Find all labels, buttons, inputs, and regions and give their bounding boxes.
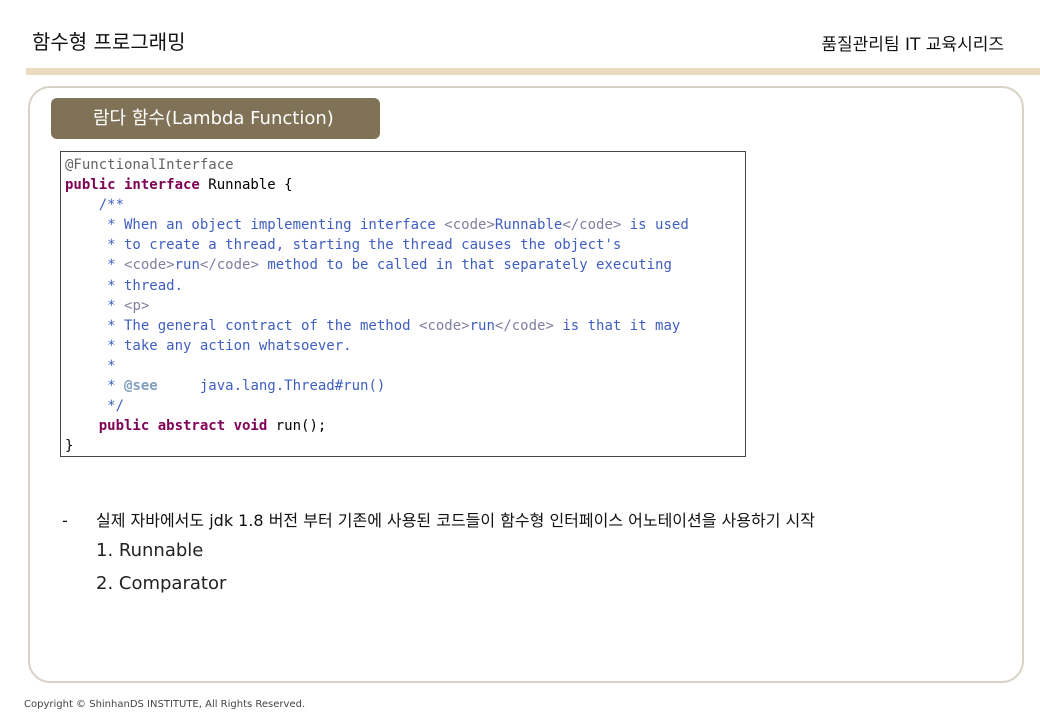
code-comment: is used [621, 217, 689, 234]
list-item-runnable: 1. Runnable [96, 540, 204, 561]
code-line: } [65, 436, 745, 456]
section-title-badge: 람다 함수(Lambda Function) [51, 98, 380, 139]
code-text: Runnable { [199, 177, 293, 194]
code-comment: is that it may [553, 317, 681, 334]
header-divider [26, 68, 1040, 75]
code-block: @FunctionalInterface public interface Ru… [60, 151, 746, 457]
code-line: * to create a thread, starting the threa… [65, 235, 745, 255]
code-html-tag: <p> [124, 297, 150, 314]
code-line: public abstract void run(); [65, 416, 745, 436]
code-comment: run [469, 317, 495, 334]
code-text: run(); [267, 418, 327, 435]
code-comment: Runnable [494, 217, 563, 234]
code-line: * [65, 356, 745, 376]
code-html-tag: <code> [419, 317, 470, 334]
code-line: * thread. [65, 276, 745, 296]
code-comment: * [65, 297, 125, 314]
code-line: * take any action whatsoever. [65, 336, 745, 356]
code-line: /** [65, 195, 745, 215]
code-line: * The general contract of the method <co… [65, 316, 745, 336]
code-line: * When an object implementing interface … [65, 215, 745, 235]
copyright-footer: Copyright © ShinhanDS INSTITUTE, All Rig… [24, 699, 306, 710]
series-title: 품질관리팀 IT 교육시리즈 [821, 35, 1004, 55]
code-line: * <p> [65, 296, 745, 316]
code-html-tag: <code> [124, 257, 175, 274]
code-text: } [65, 438, 74, 455]
code-line: @FunctionalInterface [65, 155, 745, 175]
code-comment: run [174, 257, 200, 274]
page-title: 함수형 프로그래밍 [32, 30, 186, 54]
code-html-tag: <code> [444, 217, 495, 234]
list-item-comparator: 2. Comparator [96, 573, 227, 594]
code-comment: * take any action whatsoever. [65, 337, 352, 354]
code-comment: * When an object implementing interface [65, 217, 445, 234]
code-html-tag: </code> [562, 217, 622, 234]
code-comment: /** [65, 197, 125, 214]
code-line: public interface Runnable { [65, 175, 745, 195]
code-comment: java.lang.Thread#run() [157, 378, 386, 395]
code-keyword: public interface [65, 177, 200, 194]
code-annotation: @FunctionalInterface [65, 157, 234, 173]
code-comment: * to create a thread, starting the threa… [65, 237, 622, 254]
code-comment: * The general contract of the method [65, 317, 420, 334]
code-line: */ [65, 396, 745, 416]
code-comment: */ [65, 398, 125, 415]
code-javadoc-tag: @see [124, 378, 158, 395]
code-line: * @see java.lang.Thread#run() [65, 376, 745, 396]
code-comment: method to be called in that separately e… [258, 257, 672, 274]
code-line: * <code>run</code> method to be called i… [65, 255, 745, 275]
bullet-dash: - [62, 511, 68, 530]
code-html-tag: </code> [199, 257, 259, 274]
code-html-tag: </code> [494, 317, 554, 334]
bullet-text: 실제 자바에서도 jdk 1.8 버전 부터 기존에 사용된 코드들이 함수형 … [96, 511, 815, 530]
bullet-point: - 실제 자바에서도 jdk 1.8 버전 부터 기존에 사용된 코드들이 함수형… [62, 507, 815, 531]
code-comment: * thread. [65, 277, 184, 294]
code-comment: * [65, 378, 125, 395]
code-keyword: public abstract void [98, 418, 268, 435]
code-comment: * [65, 357, 116, 374]
code-comment: * [65, 257, 125, 274]
